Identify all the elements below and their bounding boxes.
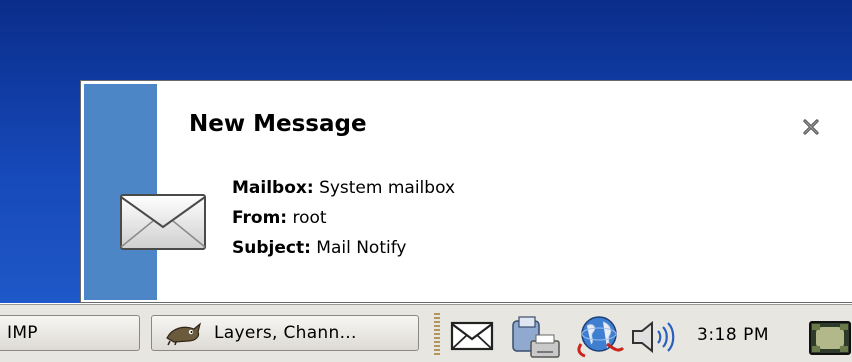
new-message-notification[interactable]: New Message Mailbox: System mailbox From…	[80, 80, 852, 303]
envelope-icon	[120, 194, 206, 250]
close-x-icon[interactable]	[801, 117, 821, 137]
show-desktop-icon[interactable]	[808, 318, 852, 358]
taskbar: IMP Layers, Chann... 3:18 PM	[0, 303, 852, 362]
printer-icon[interactable]	[507, 315, 565, 361]
network-globe-icon[interactable]	[573, 314, 627, 358]
mailbox-row: Mailbox: System mailbox	[232, 173, 455, 203]
clock[interactable]: 3:18 PM	[697, 325, 769, 345]
subject-label: Subject:	[232, 238, 311, 258]
mailbox-label: Mailbox:	[232, 178, 314, 198]
subject-value: Mail Notify	[316, 238, 407, 258]
tray-separator-handle-line	[437, 313, 440, 355]
taskbar-button-label: Layers, Chann...	[214, 323, 357, 343]
notification-title: New Message	[189, 111, 367, 137]
mailbox-value: System mailbox	[319, 178, 456, 198]
from-row: From: root	[232, 203, 455, 233]
mail-envelope-icon[interactable]	[450, 321, 496, 351]
gimp-wilber-icon	[166, 322, 202, 346]
taskbar-button-gimp[interactable]: IMP	[0, 315, 140, 351]
notification-body: Mailbox: System mailbox From: root Subje…	[232, 173, 455, 263]
from-value: root	[292, 208, 327, 228]
from-label: From:	[232, 208, 288, 228]
taskbar-button-label: IMP	[7, 323, 38, 343]
taskbar-button-layers[interactable]: Layers, Chann...	[151, 315, 419, 351]
volume-speaker-icon[interactable]	[630, 321, 682, 353]
subject-row: Subject: Mail Notify	[232, 233, 455, 263]
